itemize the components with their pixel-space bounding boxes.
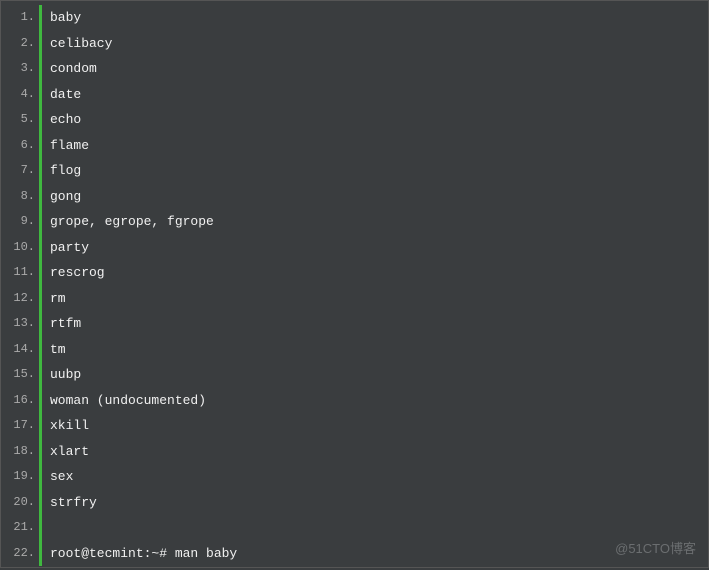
line-number: 7. <box>1 158 39 184</box>
line-number: 13. <box>1 311 39 337</box>
gutter-bar <box>39 413 42 439</box>
watermark-text: @51CTO博客 <box>615 538 696 557</box>
code-line: 2. celibacy <box>1 31 708 57</box>
line-content: party <box>50 235 89 261</box>
gutter-bar <box>39 464 42 490</box>
line-content: grope, egrope, fgrope <box>50 209 214 235</box>
code-line: 17. xkill <box>1 413 708 439</box>
gutter-bar <box>39 515 42 541</box>
line-number: 5. <box>1 107 39 133</box>
code-line: 21. <box>1 515 708 541</box>
gutter-bar <box>39 158 42 184</box>
line-number: 20. <box>1 490 39 516</box>
line-number: 15. <box>1 362 39 388</box>
line-content: uubp <box>50 362 81 388</box>
code-line: 11. rescrog <box>1 260 708 286</box>
gutter-bar <box>39 337 42 363</box>
code-line: 12. rm <box>1 286 708 312</box>
line-number: 3. <box>1 56 39 82</box>
line-number: 4. <box>1 82 39 108</box>
line-content: gong <box>50 184 81 210</box>
line-number: 1. <box>1 5 39 31</box>
code-line: 3. condom <box>1 56 708 82</box>
gutter-bar <box>39 388 42 414</box>
gutter-bar <box>39 490 42 516</box>
code-line: 7. flog <box>1 158 708 184</box>
gutter-bar <box>39 209 42 235</box>
gutter-bar <box>39 184 42 210</box>
code-line: 15. uubp <box>1 362 708 388</box>
line-number: 22. <box>1 541 39 567</box>
line-number: 16. <box>1 388 39 414</box>
line-number: 19. <box>1 464 39 490</box>
line-content: rm <box>50 286 66 312</box>
code-line: 4. date <box>1 82 708 108</box>
gutter-bar <box>39 260 42 286</box>
line-number: 11. <box>1 260 39 286</box>
gutter-bar <box>39 133 42 159</box>
code-line: 5. echo <box>1 107 708 133</box>
gutter-bar <box>39 311 42 337</box>
code-line: 18. xlart <box>1 439 708 465</box>
line-content: xlart <box>50 439 89 465</box>
line-number: 18. <box>1 439 39 465</box>
line-number: 9. <box>1 209 39 235</box>
code-line: 14. tm <box>1 337 708 363</box>
line-content: woman (undocumented) <box>50 388 206 414</box>
code-line: 6. flame <box>1 133 708 159</box>
code-line: 22. root@tecmint:~# man baby <box>1 541 708 567</box>
code-block: 1. baby 2. celibacy 3. condom 4. date 5.… <box>1 1 708 570</box>
gutter-bar <box>39 286 42 312</box>
line-number: 12. <box>1 286 39 312</box>
line-content: flog <box>50 158 81 184</box>
code-line: 8. gong <box>1 184 708 210</box>
gutter-bar <box>39 107 42 133</box>
line-number: 14. <box>1 337 39 363</box>
gutter-bar <box>39 56 42 82</box>
line-content: baby <box>50 5 81 31</box>
line-number: 8. <box>1 184 39 210</box>
line-content: celibacy <box>50 31 112 57</box>
gutter-bar <box>39 235 42 261</box>
line-content: xkill <box>50 413 89 439</box>
line-content: echo <box>50 107 81 133</box>
line-number: 21. <box>1 515 39 541</box>
line-content: strfry <box>50 490 97 516</box>
gutter-bar <box>39 439 42 465</box>
line-content: tm <box>50 337 66 363</box>
gutter-bar <box>39 362 42 388</box>
line-content: condom <box>50 56 97 82</box>
line-content: rescrog <box>50 260 105 286</box>
line-content: root@tecmint:~# man baby <box>50 541 237 567</box>
gutter-bar <box>39 5 42 31</box>
line-content: flame <box>50 133 89 159</box>
gutter-bar <box>39 31 42 57</box>
gutter-bar <box>39 541 42 567</box>
code-line: 16. woman (undocumented) <box>1 388 708 414</box>
code-line: 10. party <box>1 235 708 261</box>
code-line: 13. rtfm <box>1 311 708 337</box>
code-line: 19. sex <box>1 464 708 490</box>
line-number: 17. <box>1 413 39 439</box>
line-content: rtfm <box>50 311 81 337</box>
line-content: date <box>50 82 81 108</box>
code-line: 1. baby <box>1 5 708 31</box>
line-number: 2. <box>1 31 39 57</box>
line-number: 10. <box>1 235 39 261</box>
gutter-bar <box>39 82 42 108</box>
code-line: 20. strfry <box>1 490 708 516</box>
code-line: 9. grope, egrope, fgrope <box>1 209 708 235</box>
line-number: 6. <box>1 133 39 159</box>
line-content: sex <box>50 464 73 490</box>
